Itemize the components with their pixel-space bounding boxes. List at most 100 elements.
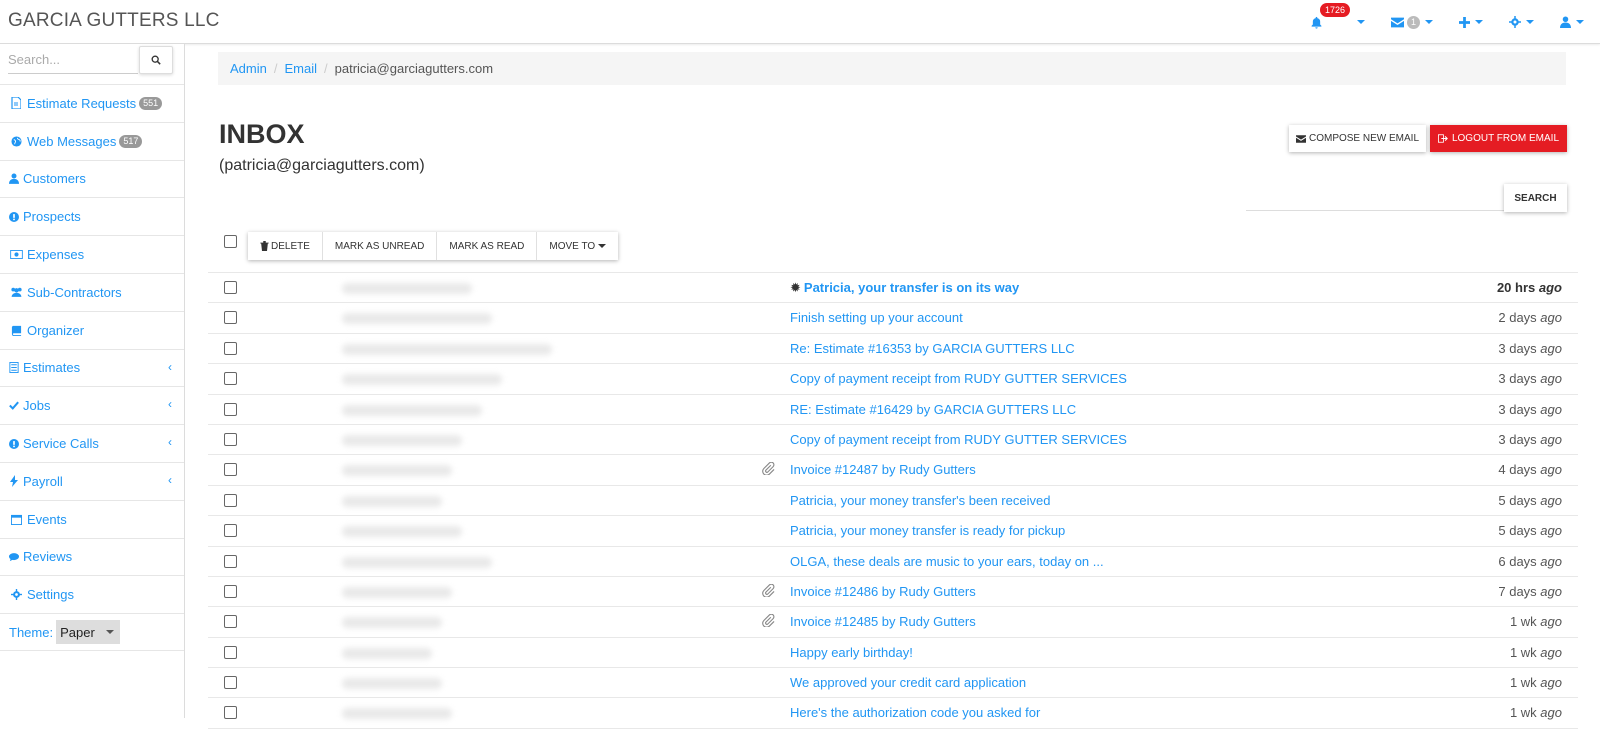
email-search-button[interactable]: SEARCH	[1504, 184, 1567, 212]
theme-label: Theme:	[9, 624, 54, 640]
sidebar-item-expenses[interactable]: Expenses	[0, 235, 184, 273]
email-sender-redacted	[334, 395, 574, 425]
sidebar: Estimate Requests 551 Web Messages 517 C…	[0, 44, 185, 718]
sidebar-item-organizer[interactable]: Organizer	[0, 310, 184, 349]
email-subject-link[interactable]: RE: Estimate #16429 by GARCIA GUTTERS LL…	[790, 402, 1076, 417]
page-subtitle: (patricia@garciagutters.com)	[219, 157, 425, 174]
email-subject-link[interactable]: Invoice #12485 by Rudy Gutters	[790, 614, 976, 629]
sidebar-search-input[interactable]	[8, 46, 138, 74]
mark-as-read-button[interactable]: MARK AS READ	[437, 232, 538, 260]
check-icon	[9, 401, 19, 411]
email-subject-text: Finish setting up your account	[790, 310, 963, 326]
email-row-checkbox[interactable]	[224, 432, 237, 446]
email-row[interactable]: Copy of payment receipt from RUDY GUTTER…	[208, 425, 1578, 456]
settings-menu[interactable]	[1509, 16, 1534, 28]
user-menu[interactable]	[1560, 16, 1584, 28]
email-subject-link[interactable]: ✹ Patricia, your transfer is on its way	[790, 280, 1019, 296]
email-sender-redacted	[334, 334, 574, 364]
sidebar-item-settings[interactable]: Settings	[0, 575, 184, 613]
email-subject-link[interactable]: We approved your credit card application	[790, 675, 1026, 690]
email-subject-link[interactable]: Invoice #12486 by Rudy Gutters	[790, 584, 976, 599]
email-row[interactable]: Finish setting up your account 2 days ago	[208, 303, 1578, 334]
email-row-checkbox[interactable]	[224, 281, 237, 294]
email-subject-link[interactable]: Copy of payment receipt from RUDY GUTTER…	[790, 432, 1127, 447]
email-subject-link[interactable]: Patricia, your money transfer is ready f…	[790, 523, 1065, 538]
timestamp-suffix: ago	[1540, 310, 1562, 326]
email-subject-link[interactable]: Invoice #12487 by Rudy Gutters	[790, 462, 976, 477]
email-row-checkbox[interactable]	[224, 341, 237, 355]
email-row[interactable]: Invoice #12486 by Rudy Gutters 7 days ago	[208, 577, 1578, 608]
brand-title[interactable]: GARCIA GUTTERS LLC	[8, 10, 220, 32]
sidebar-item-customers[interactable]: Customers	[0, 159, 184, 198]
email-row[interactable]: We approved your credit card application…	[208, 668, 1578, 699]
email-row-checkbox[interactable]	[224, 584, 237, 598]
email-row[interactable]: Copy of payment receipt from RUDY GUTTER…	[208, 364, 1578, 395]
messages-menu[interactable]: 1	[1390, 15, 1433, 29]
sidebar-item-reviews[interactable]: Reviews	[0, 537, 184, 576]
email-subject-link[interactable]: Here's the authorization code you asked …	[790, 705, 1040, 720]
email-row[interactable]: Patricia, your money transfer's been rec…	[208, 486, 1578, 517]
email-sender-redacted	[334, 577, 574, 607]
sidebar-item-service-calls[interactable]: Service Calls ‹	[0, 424, 184, 462]
email-row[interactable]: Happy early birthday! 1 wk ago	[208, 638, 1578, 669]
email-row[interactable]: Re: Estimate #16353 by GARCIA GUTTERS LL…	[208, 334, 1578, 365]
sidebar-item-web-messages[interactable]: Web Messages 517	[0, 121, 184, 160]
email-row[interactable]: ✹ Patricia, your transfer is on its way 20…	[208, 273, 1578, 304]
email-row-checkbox[interactable]	[224, 554, 237, 568]
email-row-checkbox[interactable]	[224, 524, 237, 538]
breadcrumb-email-link[interactable]: Email	[284, 61, 317, 76]
sidebar-item-sub-contractors[interactable]: Sub-Contractors	[0, 272, 184, 311]
email-row[interactable]: Here's the authorization code you asked …	[208, 698, 1578, 729]
users-icon	[9, 287, 23, 298]
breadcrumb-current: patricia@garciagutters.com	[334, 61, 494, 76]
email-subject-link[interactable]: Finish setting up your account	[790, 310, 963, 325]
email-subject-link[interactable]: Patricia, your money transfer's been rec…	[790, 493, 1050, 508]
compose-new-email-button[interactable]: COMPOSE NEW EMAIL	[1289, 125, 1426, 152]
sidebar-item-estimate-requests[interactable]: Estimate Requests 551	[0, 84, 184, 122]
sidebar-item-events[interactable]: Events	[0, 499, 184, 538]
email-row[interactable]: Patricia, your money transfer is ready f…	[208, 516, 1578, 547]
select-all-checkbox[interactable]	[224, 235, 237, 248]
logout-from-email-button[interactable]: LOGOUT FROM EMAIL	[1430, 125, 1567, 152]
email-row-checkbox[interactable]	[224, 676, 237, 690]
notifications-menu[interactable]: 1726	[1310, 2, 1365, 29]
timestamp-suffix: ago	[1540, 340, 1562, 356]
email-row[interactable]: OLGA, these deals are music to your ears…	[208, 547, 1578, 577]
email-subject-text: Patricia, your money transfer is ready f…	[790, 523, 1066, 539]
sidebar-item-payroll[interactable]: Payroll ‹	[0, 461, 184, 500]
email-row-checkbox[interactable]	[224, 615, 237, 629]
email-search-input[interactable]	[1246, 183, 1504, 211]
email-row[interactable]: RE: Estimate #16429 by GARCIA GUTTERS LL…	[208, 395, 1578, 425]
mark-as-unread-button[interactable]: MARK AS UNREAD	[323, 232, 438, 260]
email-subject-link[interactable]: Copy of payment receipt from RUDY GUTTER…	[790, 371, 1127, 386]
email-row-checkbox[interactable]	[224, 402, 237, 416]
sidebar-item-estimates[interactable]: Estimates ‹	[0, 348, 184, 387]
chevron-down-icon	[598, 244, 607, 248]
email-row-checkbox[interactable]	[224, 493, 237, 507]
email-row[interactable]: Invoice #12487 by Rudy Gutters 4 days ago	[208, 455, 1578, 486]
move-to-dropdown[interactable]: MOVE TO	[537, 232, 618, 260]
chevron-down-icon	[1475, 20, 1483, 24]
theme-select[interactable]: Paper	[56, 620, 121, 645]
email-row-checkbox[interactable]	[224, 463, 237, 477]
email-row-checkbox[interactable]	[224, 372, 237, 386]
email-row-checkbox[interactable]	[224, 645, 237, 659]
timestamp-value: 1 wk	[1509, 614, 1541, 630]
email-subject-link[interactable]: Happy early birthday!	[790, 645, 913, 660]
sidebar-item-jobs[interactable]: Jobs ‹	[0, 386, 184, 424]
email-sender-redacted	[334, 668, 574, 698]
email-sender-redacted	[334, 547, 574, 577]
email-sender-redacted	[334, 698, 574, 728]
bell-icon	[1311, 16, 1322, 29]
breadcrumb-admin-link[interactable]: Admin	[230, 61, 267, 76]
add-menu[interactable]	[1459, 16, 1483, 28]
delete-button[interactable]: DELETE	[248, 232, 323, 260]
email-row-checkbox[interactable]	[224, 311, 237, 325]
redaction-blur	[342, 343, 552, 355]
email-subject-link[interactable]: OLGA, these deals are music to your ears…	[790, 554, 1104, 569]
sidebar-search-button[interactable]	[139, 46, 173, 74]
email-subject-link[interactable]: Re: Estimate #16353 by GARCIA GUTTERS LL…	[790, 341, 1075, 356]
email-row[interactable]: Invoice #12485 by Rudy Gutters 1 wk ago	[208, 607, 1578, 638]
sidebar-item-label: Sub-Contractors	[27, 284, 122, 300]
sidebar-item-prospects[interactable]: Prospects	[0, 197, 184, 235]
